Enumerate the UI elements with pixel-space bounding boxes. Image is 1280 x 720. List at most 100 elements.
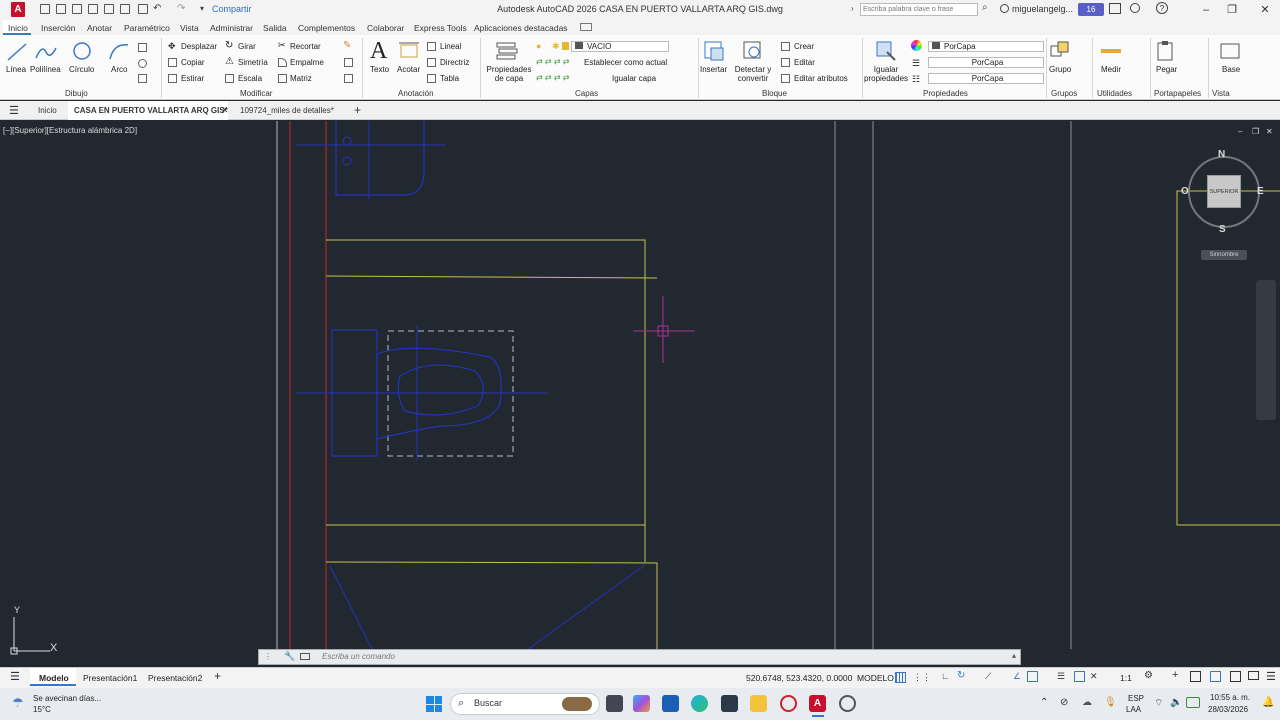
command-close-icon[interactable]: ⋮ xyxy=(264,652,272,661)
edit-attributes-button[interactable]: Editar atributos xyxy=(794,74,848,83)
annotation-visibility-icon[interactable] xyxy=(1074,671,1085,682)
notification-badge[interactable]: 16 xyxy=(1078,3,1104,16)
create-block-button[interactable]: Crear xyxy=(794,42,814,51)
view-panel-title[interactable]: Vista xyxy=(1212,89,1230,98)
linetype-icon[interactable]: ☰ xyxy=(912,58,920,69)
polyline-tool-label[interactable]: Polilínea xyxy=(30,65,61,74)
move-button[interactable]: Desplazar xyxy=(181,42,217,51)
isodraft-icon[interactable]: ⟋ xyxy=(985,671,991,682)
layers-panel-title[interactable]: Capas xyxy=(575,89,598,98)
user-name[interactable]: miguelangelg... xyxy=(1012,4,1073,14)
onedrive-icon[interactable]: ☁ xyxy=(1082,697,1092,708)
detect-convert-label[interactable]: Detectar y convertir xyxy=(733,65,773,83)
search-icon[interactable]: ⌕ xyxy=(982,2,988,13)
measure-label[interactable]: Medir xyxy=(1101,65,1121,74)
tray-expand-icon[interactable]: ⌃ xyxy=(1040,697,1048,708)
close-window-button[interactable]: ✕ xyxy=(1254,2,1276,18)
layout2-tab[interactable]: Presentación2 xyxy=(148,673,202,683)
move-icon[interactable]: ✥ xyxy=(168,41,176,52)
annotation-monitor-icon[interactable]: + xyxy=(1172,669,1178,681)
lineweight-dropdown[interactable]: PorCapa xyxy=(928,73,1044,84)
object-snap-tracking-icon[interactable] xyxy=(1027,671,1038,682)
polar-icon[interactable]: ↻ xyxy=(957,670,965,681)
layer-lock-icon[interactable] xyxy=(562,42,569,50)
array-icon[interactable] xyxy=(278,74,287,83)
linear-dim-button[interactable]: Lineal xyxy=(440,42,461,51)
compass-south[interactable]: S xyxy=(1219,224,1226,235)
edge-icon[interactable] xyxy=(691,695,708,712)
navigation-bar[interactable] xyxy=(1256,280,1276,420)
edit-attributes-icon[interactable] xyxy=(781,74,790,83)
trim-icon[interactable]: ✂ xyxy=(278,40,286,51)
base-view-label[interactable]: Base xyxy=(1222,65,1240,74)
draw-panel-title[interactable]: Dibujo xyxy=(65,89,88,98)
leader-icon[interactable] xyxy=(427,58,436,67)
linetype-dropdown[interactable]: PorCapa xyxy=(928,57,1044,68)
match-properties-label[interactable]: Igualar propiedades xyxy=(864,65,908,83)
insert-block-icon[interactable] xyxy=(703,40,725,62)
add-layout-icon[interactable]: + xyxy=(214,669,221,683)
chatgpt-icon[interactable] xyxy=(839,695,856,712)
text-tool-icon[interactable]: A xyxy=(370,38,387,65)
help-icon[interactable]: ? xyxy=(1156,2,1168,14)
clock-time[interactable]: 10:55 a. m. xyxy=(1210,693,1250,702)
create-block-icon[interactable] xyxy=(781,42,790,51)
file-explorer-icon[interactable] xyxy=(750,695,767,712)
layout-menu-icon[interactable]: ☰ xyxy=(10,670,20,683)
tab-complementos[interactable]: Complementos xyxy=(298,23,355,33)
viewport-restore-icon[interactable]: ❐ xyxy=(1252,127,1259,136)
mirror-icon[interactable]: ⚠ xyxy=(225,56,234,67)
layer-on-icon[interactable]: ● xyxy=(536,41,541,51)
isolate-objects-icon[interactable] xyxy=(1230,671,1241,682)
tab-anotar[interactable]: Anotar xyxy=(87,23,112,33)
command-customize-icon[interactable]: 🔧 xyxy=(284,651,295,662)
task-view-icon[interactable] xyxy=(606,695,623,712)
circle-tool-icon[interactable] xyxy=(72,41,92,61)
copy-button[interactable]: Copiar xyxy=(181,58,205,67)
restore-window-button[interactable]: ❐ xyxy=(1221,2,1243,18)
help-search-input[interactable]: Escriba palabra clave o frase xyxy=(860,3,978,16)
rectangle-tool-icon[interactable] xyxy=(138,43,147,52)
polyline-tool-icon[interactable] xyxy=(34,42,58,62)
measure-icon[interactable] xyxy=(1101,49,1121,53)
battery-icon[interactable] xyxy=(1186,697,1200,708)
properties-panel-title[interactable]: Propiedades xyxy=(923,89,968,98)
wifi-icon[interactable]: ⌔ xyxy=(1154,697,1163,710)
annotation-scale[interactable]: 1:1 xyxy=(1120,673,1132,683)
model-tab[interactable]: Modelo xyxy=(39,673,69,683)
notifications-bell-icon[interactable]: 🔔 xyxy=(1262,697,1274,708)
insert-block-label[interactable]: Insertar xyxy=(700,65,727,74)
doc-tab-active[interactable]: CASA EN PUERTO VALLARTA ARQ GIS* xyxy=(74,106,228,115)
minimize-window-button[interactable]: – xyxy=(1195,2,1217,18)
rotate-button[interactable]: Girar xyxy=(238,42,256,51)
mirror-button[interactable]: Simetría xyxy=(238,58,268,67)
tab-insercion[interactable]: Inserción xyxy=(41,23,76,33)
new-tab-icon[interactable]: + xyxy=(354,103,361,117)
workspace-gear-icon[interactable]: ⚙ xyxy=(1144,670,1153,681)
grid-icon[interactable] xyxy=(895,672,906,683)
ribbon-toggle-icon[interactable] xyxy=(580,23,592,31)
microphone-icon[interactable]: 🎙 xyxy=(1104,697,1117,708)
command-input[interactable]: Escriba un comando xyxy=(322,652,395,661)
tab-inicio[interactable]: Inicio xyxy=(8,23,28,33)
offset-icon[interactable] xyxy=(344,74,353,83)
match-properties-icon[interactable] xyxy=(875,40,897,62)
paste-icon[interactable] xyxy=(1156,40,1176,62)
modify-panel-title[interactable]: Modificar xyxy=(240,89,272,98)
scale-icon[interactable] xyxy=(225,74,234,83)
explode-icon[interactable] xyxy=(344,58,353,67)
command-expand-icon[interactable]: ▴ xyxy=(1012,651,1016,660)
windows-start-icon[interactable] xyxy=(426,696,442,712)
volume-icon[interactable]: 🔈 xyxy=(1170,697,1182,708)
osnap-icon[interactable]: ∠ xyxy=(1013,671,1021,682)
customization-menu-icon[interactable]: ☰ xyxy=(1266,670,1276,683)
viewport-minimize-icon[interactable]: – xyxy=(1238,127,1242,136)
arc-tool-icon[interactable] xyxy=(108,41,130,61)
clean-screen-icon[interactable] xyxy=(1248,671,1259,680)
search-highlight-image[interactable] xyxy=(562,697,592,711)
layer-dropdown[interactable]: VACIO xyxy=(571,41,669,52)
circle-tool-label[interactable]: Círculo xyxy=(69,65,94,74)
model-space-toggle[interactable]: MODELO xyxy=(857,673,894,683)
doc-tab-home[interactable]: Inicio xyxy=(38,106,57,115)
doc-tab-other[interactable]: 109724_miles de detalles* xyxy=(240,106,334,115)
